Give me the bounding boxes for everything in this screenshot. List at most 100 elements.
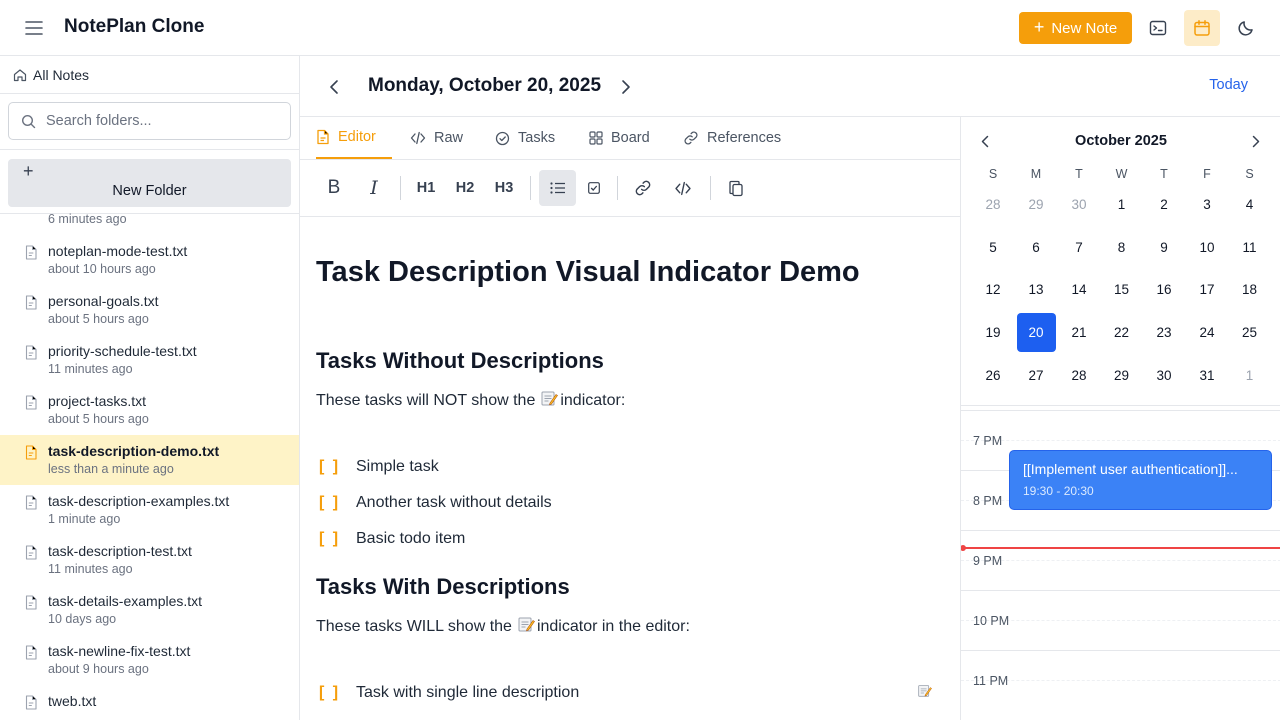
calendar-day[interactable]: 22 [1102, 313, 1141, 352]
tab-board[interactable]: Board [589, 117, 650, 159]
calendar-day[interactable]: 29 [1017, 185, 1056, 224]
calendar-day[interactable]: 13 [1017, 270, 1056, 309]
copy-button[interactable] [724, 170, 748, 206]
task-item[interactable]: [ ] Another task without details [316, 491, 552, 515]
task-checkbox[interactable]: [ ] [316, 684, 356, 702]
memo-icon[interactable] [917, 683, 932, 703]
chevron-right-icon[interactable] [616, 77, 636, 97]
new-note-button[interactable]: + New Note [1019, 12, 1132, 44]
checkbox-button[interactable] [584, 170, 604, 206]
grid-icon [589, 131, 603, 145]
calendar-day[interactable]: 2 [1145, 185, 1184, 224]
bullet-list-button[interactable] [539, 170, 576, 206]
calendar-day[interactable]: 26 [974, 356, 1013, 395]
calendar-day[interactable]: 3 [1188, 185, 1227, 224]
h3-button[interactable]: H3 [490, 170, 518, 206]
italic-button[interactable]: I [360, 170, 388, 206]
tab-editor[interactable]: Editor [316, 117, 392, 159]
file-icon [25, 495, 37, 515]
new-folder-button[interactable]: + New Folder [8, 159, 291, 207]
new-note-label: New Note [1051, 19, 1118, 37]
file-icon [25, 595, 37, 615]
link-button[interactable] [631, 170, 655, 206]
calendar-day[interactable]: 18 [1230, 270, 1269, 309]
file-item[interactable]: noteplan-mode-test.txt about 10 hours ago [0, 235, 299, 285]
h1-button[interactable]: H1 [412, 170, 440, 206]
all-notes-link[interactable]: All Notes [0, 56, 299, 94]
tab-tasks[interactable]: Tasks [495, 117, 555, 159]
calendar-day[interactable]: 24 [1188, 313, 1227, 352]
task-checkbox[interactable]: [ ] [316, 458, 356, 476]
file-item-partial[interactable]: 6 minutes ago [0, 206, 299, 236]
file-item[interactable]: project-tasks.txt about 5 hours ago [0, 385, 299, 435]
calendar-day[interactable]: 12 [974, 270, 1013, 309]
chevron-left-icon[interactable] [324, 77, 344, 97]
copy-icon [729, 180, 743, 196]
weekday-label: F [1203, 167, 1211, 181]
tab-references[interactable]: References [683, 117, 781, 159]
calendar-day[interactable]: 30 [1060, 185, 1099, 224]
calendar-day[interactable]: 16 [1145, 270, 1184, 309]
calendar-day[interactable]: 28 [974, 185, 1013, 224]
calendar-day[interactable]: 30 [1145, 356, 1184, 395]
file-time: about 10 hours ago [48, 262, 156, 276]
task-item[interactable]: [ ] Basic todo item [316, 527, 465, 551]
calendar-day[interactable]: 31 [1188, 356, 1227, 395]
calendar-day[interactable]: 9 [1145, 228, 1184, 267]
calendar-day[interactable]: 29 [1102, 356, 1141, 395]
calendar-day[interactable]: 1 [1230, 356, 1269, 395]
editor-content[interactable]: Task Description Visual Indicator Demo T… [300, 217, 960, 720]
code-button[interactable] [671, 170, 695, 206]
divider [961, 405, 1280, 406]
search-box[interactable] [8, 102, 291, 140]
checkbox-icon [588, 182, 600, 194]
tab-raw[interactable]: Raw [410, 117, 463, 159]
calendar-toggle-icon[interactable] [1184, 10, 1220, 46]
bold-button[interactable]: B [320, 170, 348, 206]
chevron-right-icon[interactable] [1247, 132, 1265, 150]
calendar-day[interactable]: 27 [1017, 356, 1056, 395]
menu-icon[interactable] [22, 18, 46, 38]
file-name: task-newline-fix-test.txt [48, 643, 191, 659]
today-button[interactable]: Today [1209, 77, 1248, 93]
file-item[interactable]: task-description-examples.txt 1 minute ag… [0, 485, 299, 535]
calendar-day[interactable]: 21 [1060, 313, 1099, 352]
task-checkbox[interactable]: [ ] [316, 530, 356, 548]
moon-icon[interactable] [1228, 10, 1264, 46]
calendar-day[interactable]: 17 [1188, 270, 1227, 309]
calendar-day[interactable]: 4 [1230, 185, 1269, 224]
file-item[interactable]: task-description-demo.txt less than a min… [0, 435, 299, 485]
calendar-day[interactable]: 8 [1102, 228, 1141, 267]
file-icon [25, 545, 37, 565]
tab-label: Raw [434, 130, 464, 146]
file-item[interactable]: task-details-examples.txt 10 days ago [0, 585, 299, 635]
calendar-day[interactable]: 5 [974, 228, 1013, 267]
file-name: task-description-examples.txt [48, 493, 230, 509]
task-item[interactable]: [ ] Simple task [316, 455, 439, 479]
calendar-day[interactable]: 11 [1230, 228, 1269, 267]
calendar-day[interactable]: 14 [1060, 270, 1099, 309]
calendar-day[interactable]: 6 [1017, 228, 1056, 267]
file-item[interactable]: tweb.txt [0, 685, 299, 720]
task-item[interactable]: [ ] Task with single line description [316, 681, 946, 705]
task-checkbox[interactable]: [ ] [316, 494, 356, 512]
calendar-day[interactable]: 1 [1102, 185, 1141, 224]
search-input[interactable] [46, 113, 266, 129]
calendar-day[interactable]: 28 [1060, 356, 1099, 395]
file-item[interactable]: priority-schedule-test.txt 11 minutes ago [0, 335, 299, 385]
calendar-day[interactable]: 25 [1230, 313, 1269, 352]
calendar-day[interactable]: 19 [974, 313, 1013, 352]
memo-icon [540, 389, 559, 412]
calendar-day[interactable]: 15 [1102, 270, 1141, 309]
file-item[interactable]: task-newline-fix-test.txt about 9 hours a… [0, 635, 299, 685]
calendar-event[interactable]: [[Implement user authentication]]... 19:… [1009, 450, 1272, 510]
calendar-day[interactable]: 20 [1016, 313, 1056, 353]
file-item[interactable]: task-description-test.txt 11 minutes ago [0, 535, 299, 585]
terminal-icon[interactable] [1140, 10, 1176, 46]
calendar-day[interactable]: 7 [1060, 228, 1099, 267]
calendar-day[interactable]: 10 [1188, 228, 1227, 267]
h2-button[interactable]: H2 [451, 170, 479, 206]
folder-search [0, 94, 299, 150]
calendar-day[interactable]: 23 [1145, 313, 1184, 352]
file-item[interactable]: personal-goals.txt about 5 hours ago [0, 285, 299, 335]
